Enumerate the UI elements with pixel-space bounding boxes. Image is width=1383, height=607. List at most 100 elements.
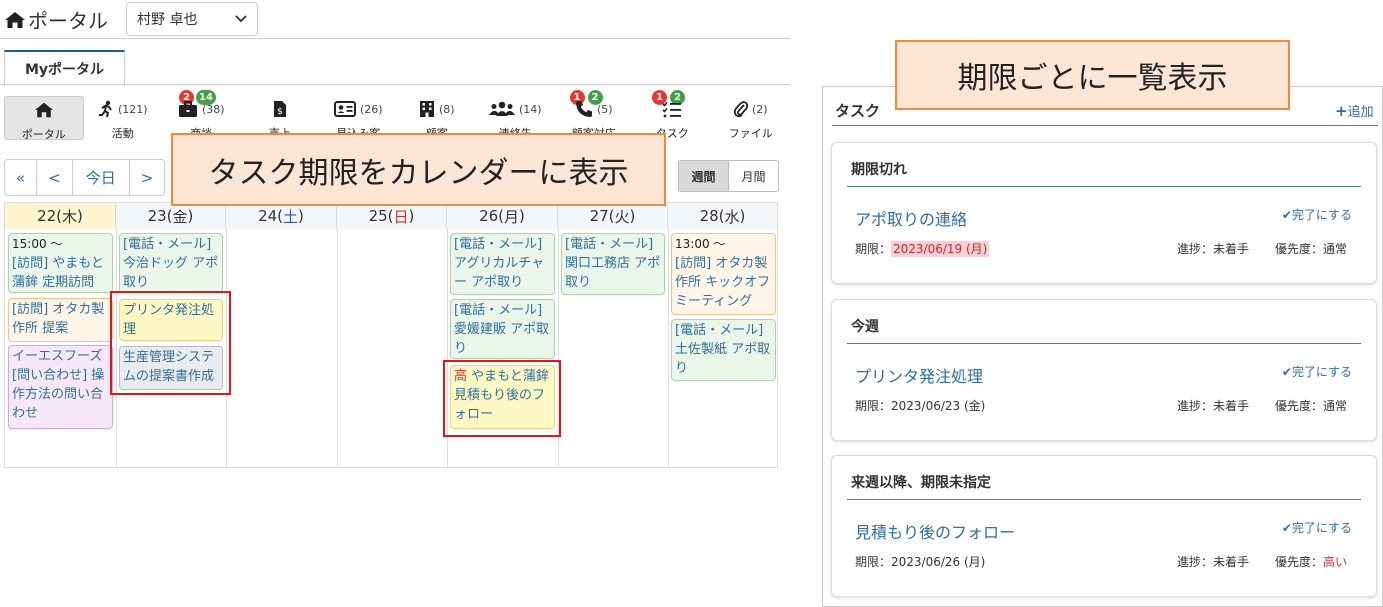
add-task-button[interactable]: +追加 [1335,101,1374,120]
invoice-icon: $ [273,101,286,117]
module-count: (5) [596,102,613,116]
event-time: 15:00 ～ [12,237,63,251]
group-divider [847,343,1361,344]
day-header[interactable]: 28(水) [668,203,777,229]
calendar-event[interactable]: 15:00 ～ [訪問] やまもと蒲鉾 定期訪問 [8,233,113,293]
day-number: 22 [37,207,57,225]
module-count: (121) [117,102,148,116]
module-label: 活動 [111,127,134,140]
prev-button[interactable]: < [37,160,73,195]
task-due: 期限：2023/06/23 (金) [855,397,985,414]
module-portal[interactable]: ポータル [4,96,84,141]
month-view-button[interactable]: 月間 [729,161,778,191]
day-header[interactable]: 22(木) [5,203,116,229]
module-label: ファイル [728,127,773,140]
user-select-value: 村野 卓也 [137,12,198,28]
day-divider [337,229,338,467]
task-group-this-week: 今週 プリンタ発注処理 ✔完了にする 期限：2023/06/23 (金) 進捗：… [831,299,1377,441]
priority-label: 優先度： [1275,555,1324,569]
event-title: [電話・メール] 関口工務店 アポ取り [565,237,661,290]
task-due: 期限： 2023/06/19 (月) [855,240,990,257]
tab-my-portal-label: Myポータル [24,61,105,78]
task-group-overdue: 期限切れ アポ取りの連絡 ✔完了にする 期限： 2023/06/19 (月) 進捗… [831,142,1377,284]
day-number: 26 [479,207,499,225]
id-card-icon [333,101,356,117]
check-icon: ✔ [1281,521,1292,535]
event-title: [訪問] オタカ製作所 キックオフミーティング [675,256,771,309]
task-due: 期限：2023/06/26 (月) [855,553,985,570]
highlight-frame [110,291,231,395]
module-activity[interactable]: (121) 活動 [84,96,163,140]
priority-value: 通常 [1323,242,1348,256]
calendar-event[interactable]: [電話・メール] 愛媛建販 アポ取り [450,299,555,359]
day-weekday: 土 [283,207,299,226]
day-header[interactable]: 25(日) [337,203,447,229]
task-link[interactable]: プリンタ発注処理 [855,363,983,387]
priority-value: 高い [1323,555,1348,569]
tab-divider [0,84,790,85]
day-weekday: 日 [393,207,409,226]
day-divider [668,229,669,467]
calendar-event[interactable]: [電話・メール] アグリカルチャー アポ取り [450,233,555,295]
module-count: (2) [751,102,768,116]
day-weekday: 木 [62,207,78,226]
add-task-label: 追加 [1347,105,1374,120]
event-title: [電話・メール] 土佐製紙 アポ取り [675,323,771,376]
day-header[interactable]: 24(土) [226,203,337,229]
week-calendar: 22(木) 23(金) 24(土) 25(日) 26(月) 27(火) 28(水… [4,202,778,468]
phone-icon [575,101,592,117]
next-button[interactable]: > [129,160,165,195]
complete-label: 完了にする [1291,365,1352,379]
day-number: 25 [368,207,388,225]
event-title: イーエスフーズ [問い合わせ] 操作方法の問い合わせ [12,349,105,421]
module-label: ポータル [21,128,66,141]
module-count: (38) [201,102,225,116]
day-header[interactable]: 27(火) [558,203,668,229]
callout-calendar: タスク期限をカレンダーに表示 [171,133,666,206]
calendar-nav: « < 今日 > [4,159,166,196]
portal-title: ポータル [4,5,108,34]
due-date-overdue: 2023/06/19 (月) [891,241,990,257]
briefcase-icon [178,100,197,117]
calendar-event[interactable]: [電話・メール] 今治ドッグ アポ取り [119,233,223,293]
task-link[interactable]: 見積もり後のフォロー [855,519,1015,543]
priority-label: 優先度： [1275,242,1324,256]
home-icon [5,11,25,28]
complete-button[interactable]: ✔完了にする [1282,363,1352,380]
calendar-event[interactable]: [訪問] オタカ製作所 提案 [8,298,113,342]
chevron-down-icon [235,15,247,23]
module-count: (8) [438,102,455,116]
priority-label: 優先度： [1275,399,1324,413]
users-icon [488,101,515,116]
day-number: 23 [147,207,167,225]
complete-button[interactable]: ✔完了にする [1282,206,1352,223]
calendar-event[interactable]: 13:00 ～ [訪問] オタカ製作所 キックオフミーティング [671,233,776,315]
calendar-event[interactable]: [電話・メール] 土佐製紙 アポ取り [671,319,776,381]
user-select[interactable]: 村野 卓也 [126,2,258,36]
complete-label: 完了にする [1291,208,1352,222]
building-icon [419,101,434,117]
task-priority: 優先度：通常 [1275,240,1347,257]
header-divider [0,38,790,39]
event-title: [電話・メール] 愛媛建販 アポ取り [454,303,550,356]
week-view-button[interactable]: 週間 [679,161,729,191]
due-date: 2023/06/26 (月) [891,555,986,569]
event-title: [訪問] オタカ製作所 提案 [12,302,105,336]
day-header[interactable]: 26(月) [447,203,558,229]
day-weekday: 月 [504,207,520,226]
module-files[interactable]: (2) ファイル [712,96,791,140]
calendar-event[interactable]: [電話・メール] 関口工務店 アポ取り [561,233,665,295]
complete-button[interactable]: ✔完了にする [1282,519,1352,536]
today-button[interactable]: 今日 [72,160,130,195]
running-icon [98,100,112,118]
plus-icon: + [1335,102,1348,120]
task-progress: 進捗：未着手 [1177,399,1250,413]
task-link[interactable]: アポ取りの連絡 [855,206,967,230]
day-number: 24 [258,207,278,225]
day-header[interactable]: 23(金) [116,203,226,229]
task-priority: 優先度：高い [1275,553,1347,570]
tab-my-portal[interactable]: Myポータル [4,50,125,85]
check-icon: ✔ [1281,208,1292,222]
calendar-event[interactable]: イーエスフーズ [問い合わせ] 操作方法の問い合わせ [8,345,113,429]
first-button[interactable]: « [5,160,38,195]
